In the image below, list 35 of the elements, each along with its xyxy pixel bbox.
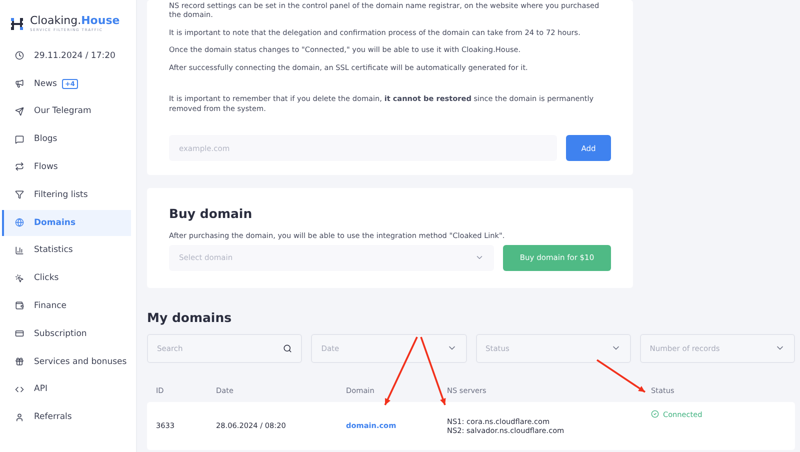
search-icon <box>283 344 292 353</box>
filter-icon <box>15 190 24 200</box>
sidebar-item[interactable]: Referrals <box>2 404 131 430</box>
sidebar-item[interactable]: Statistics <box>2 237 131 264</box>
sidebar-item[interactable]: Services and bonuses <box>2 348 131 375</box>
sidebar-item[interactable]: Clicks <box>2 265 131 292</box>
section-title: Buy domain <box>169 206 254 222</box>
sidebar-item[interactable]: Flows <box>2 154 131 180</box>
pointer-icon <box>15 274 24 283</box>
clock-icon <box>15 51 24 60</box>
annotation-arrow <box>384 336 418 406</box>
code-icon <box>15 384 24 394</box>
repeat-icon <box>15 162 24 172</box>
sidebar-item[interactable]: Blogs <box>2 126 131 152</box>
sidebar-item[interactable]: Subscription <box>2 320 131 347</box>
megaphone-icon <box>15 79 24 88</box>
brand-name: Cloaking.House <box>30 15 120 28</box>
sidebar-item[interactable]: API <box>2 376 131 402</box>
annotation-arrow <box>596 359 646 393</box>
sidebar-item[interactable]: Filtering lists <box>2 182 131 208</box>
globe-icon <box>15 218 24 228</box>
chat-bubble-icon <box>15 134 24 144</box>
check-circle-icon <box>651 410 659 418</box>
section-title: My domains <box>147 310 233 325</box>
sidebar-item[interactable]: 29.11.2024 / 17:20 <box>2 42 131 69</box>
gift-icon <box>15 357 24 366</box>
annotation-arrow <box>420 336 446 406</box>
user-icon <box>15 412 24 422</box>
wallet-icon <box>15 301 24 310</box>
sidebar-item[interactable]: Our Telegram <box>2 98 131 124</box>
logo-icon <box>9 16 25 32</box>
card-icon <box>15 329 24 338</box>
sidebar-item[interactable]: Finance <box>2 292 131 319</box>
bar-chart-icon <box>15 246 24 255</box>
paper-plane-icon <box>15 106 24 116</box>
